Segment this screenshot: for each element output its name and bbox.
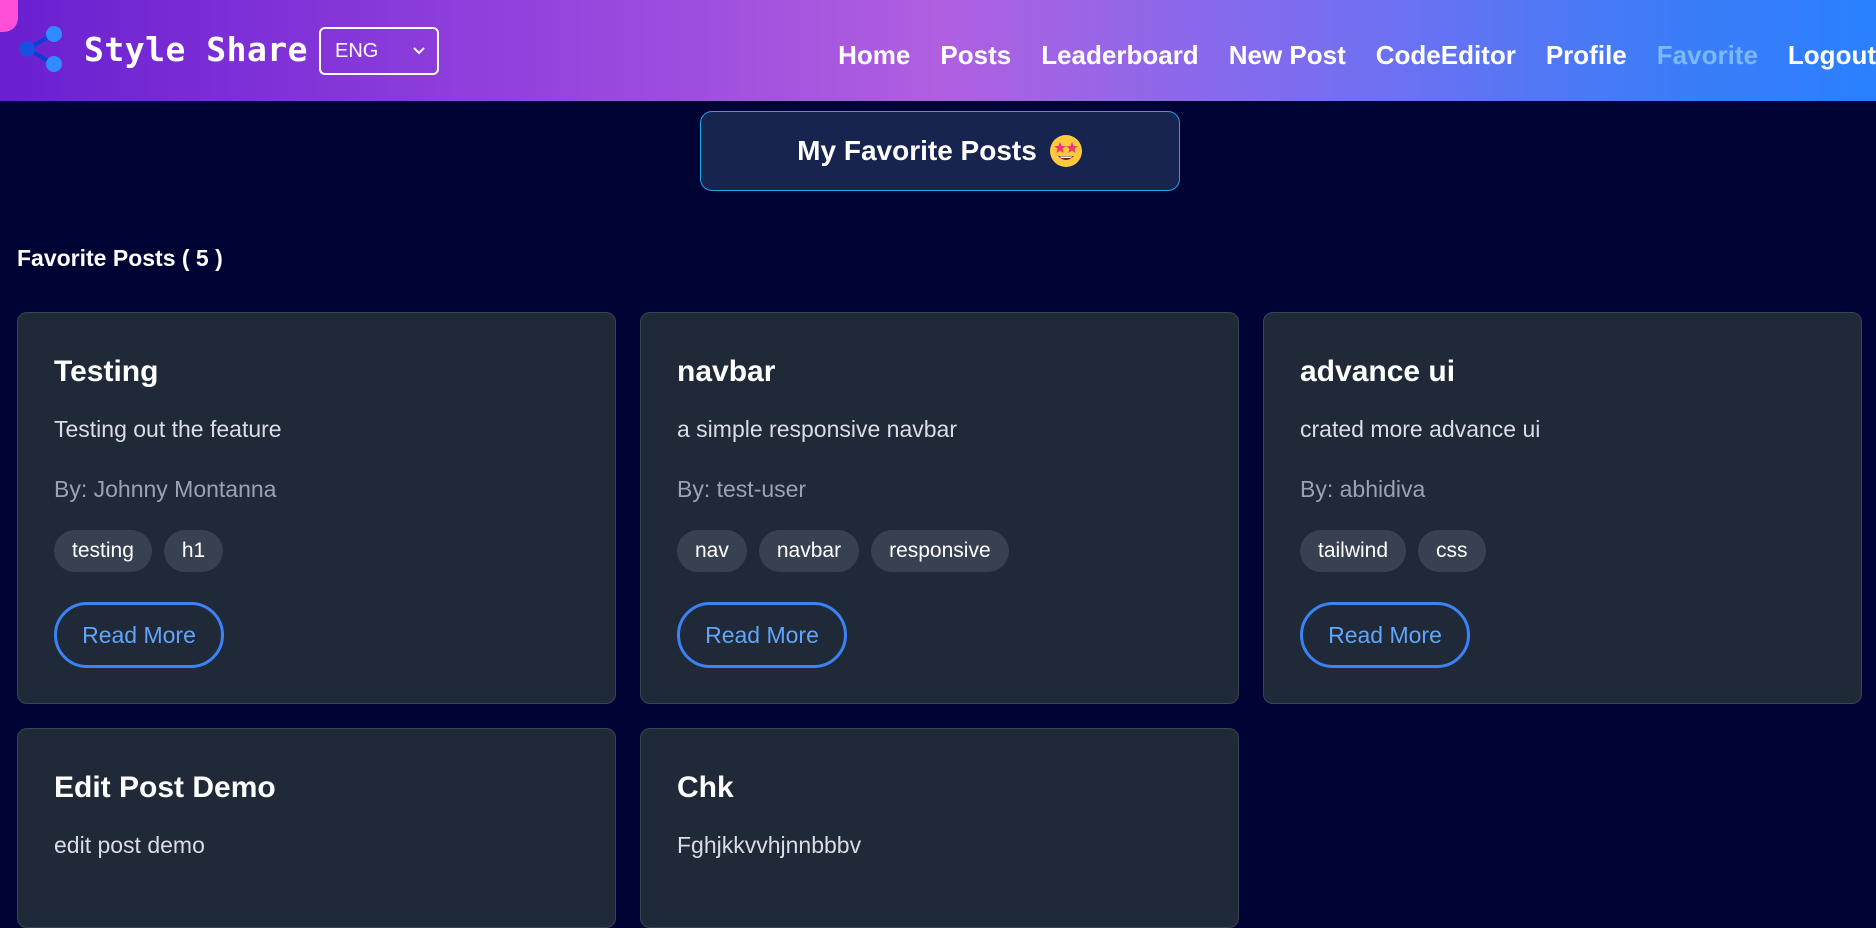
post-description: Testing out the feature [54, 416, 282, 442]
post-title: Chk [677, 771, 734, 804]
post-title: advance ui [1300, 355, 1456, 388]
nav-link-favorite[interactable]: Favorite [1657, 40, 1758, 71]
post-title: Edit Post Demo [54, 771, 276, 804]
post-author: By: test-user [677, 476, 807, 502]
post-tag[interactable]: responsive [871, 530, 1009, 572]
post-tag[interactable]: nav [677, 530, 747, 572]
language-select-value: ENG [335, 39, 379, 62]
post-author: By: Johnny Montanna [54, 476, 277, 502]
post-tag[interactable]: tailwind [1300, 530, 1407, 572]
nav-link-code-editor[interactable]: CodeEditor [1376, 40, 1516, 71]
post-description: Fghjkkvvhjnnbbbv [677, 832, 862, 858]
post-tags: tailwind css [1300, 530, 1498, 572]
nav-link-home[interactable]: Home [838, 40, 910, 71]
post-description: edit post demo [54, 832, 205, 858]
post-title: Testing [54, 355, 159, 388]
nav-link-posts[interactable]: Posts [940, 40, 1011, 71]
chevron-down-icon [413, 47, 425, 55]
star-struck-emoji-icon [1049, 135, 1082, 167]
post-description: crated more advance ui [1300, 416, 1541, 442]
post-tag[interactable]: h1 [163, 530, 224, 572]
read-more-button[interactable]: Read More [54, 602, 224, 668]
share-icon [19, 26, 62, 72]
page-heading-text: My Favorite Posts [797, 135, 1037, 166]
nav-link-leaderboard[interactable]: Leaderboard [1041, 40, 1199, 71]
post-card: advance ui crated more advance ui By: ab… [1263, 312, 1862, 704]
post-tag[interactable]: testing [54, 530, 152, 572]
post-card: Testing Testing out the feature By: John… [17, 312, 616, 704]
brand-logo-link[interactable]: Style Share [16, 24, 308, 74]
post-tag[interactable]: css [1418, 530, 1486, 572]
read-more-button[interactable]: Read More [677, 602, 847, 668]
brand-title: Style Share [84, 29, 309, 69]
language-select[interactable]: ENG [319, 27, 439, 75]
post-tags: testing h1 [54, 530, 235, 572]
post-card: navbar a simple responsive navbar By: te… [640, 312, 1239, 704]
post-title: navbar [677, 355, 776, 388]
page-heading: My Favorite Posts [700, 111, 1180, 191]
post-tags: nav navbar responsive [677, 530, 1021, 572]
post-card: Edit Post Demo edit post demo [17, 728, 616, 928]
post-author: By: abhidiva [1300, 476, 1426, 502]
read-more-button[interactable]: Read More [1300, 602, 1470, 668]
nav-link-profile[interactable]: Profile [1546, 40, 1627, 71]
favorite-count-label: Favorite Posts ( 5 ) [17, 245, 223, 271]
post-tag[interactable]: navbar [758, 530, 860, 572]
post-card: Chk Fghjkkvvhjnnbbbv [640, 728, 1239, 928]
nav-links: Home Posts Leaderboard New Post CodeEdit… [808, 40, 1876, 71]
post-description: a simple responsive navbar [677, 416, 957, 442]
top-navbar: Style Share ENG Home Posts Leaderboard N… [0, 0, 1876, 101]
nav-link-logout[interactable]: Logout [1788, 40, 1876, 71]
nav-link-new-post[interactable]: New Post [1229, 40, 1346, 71]
